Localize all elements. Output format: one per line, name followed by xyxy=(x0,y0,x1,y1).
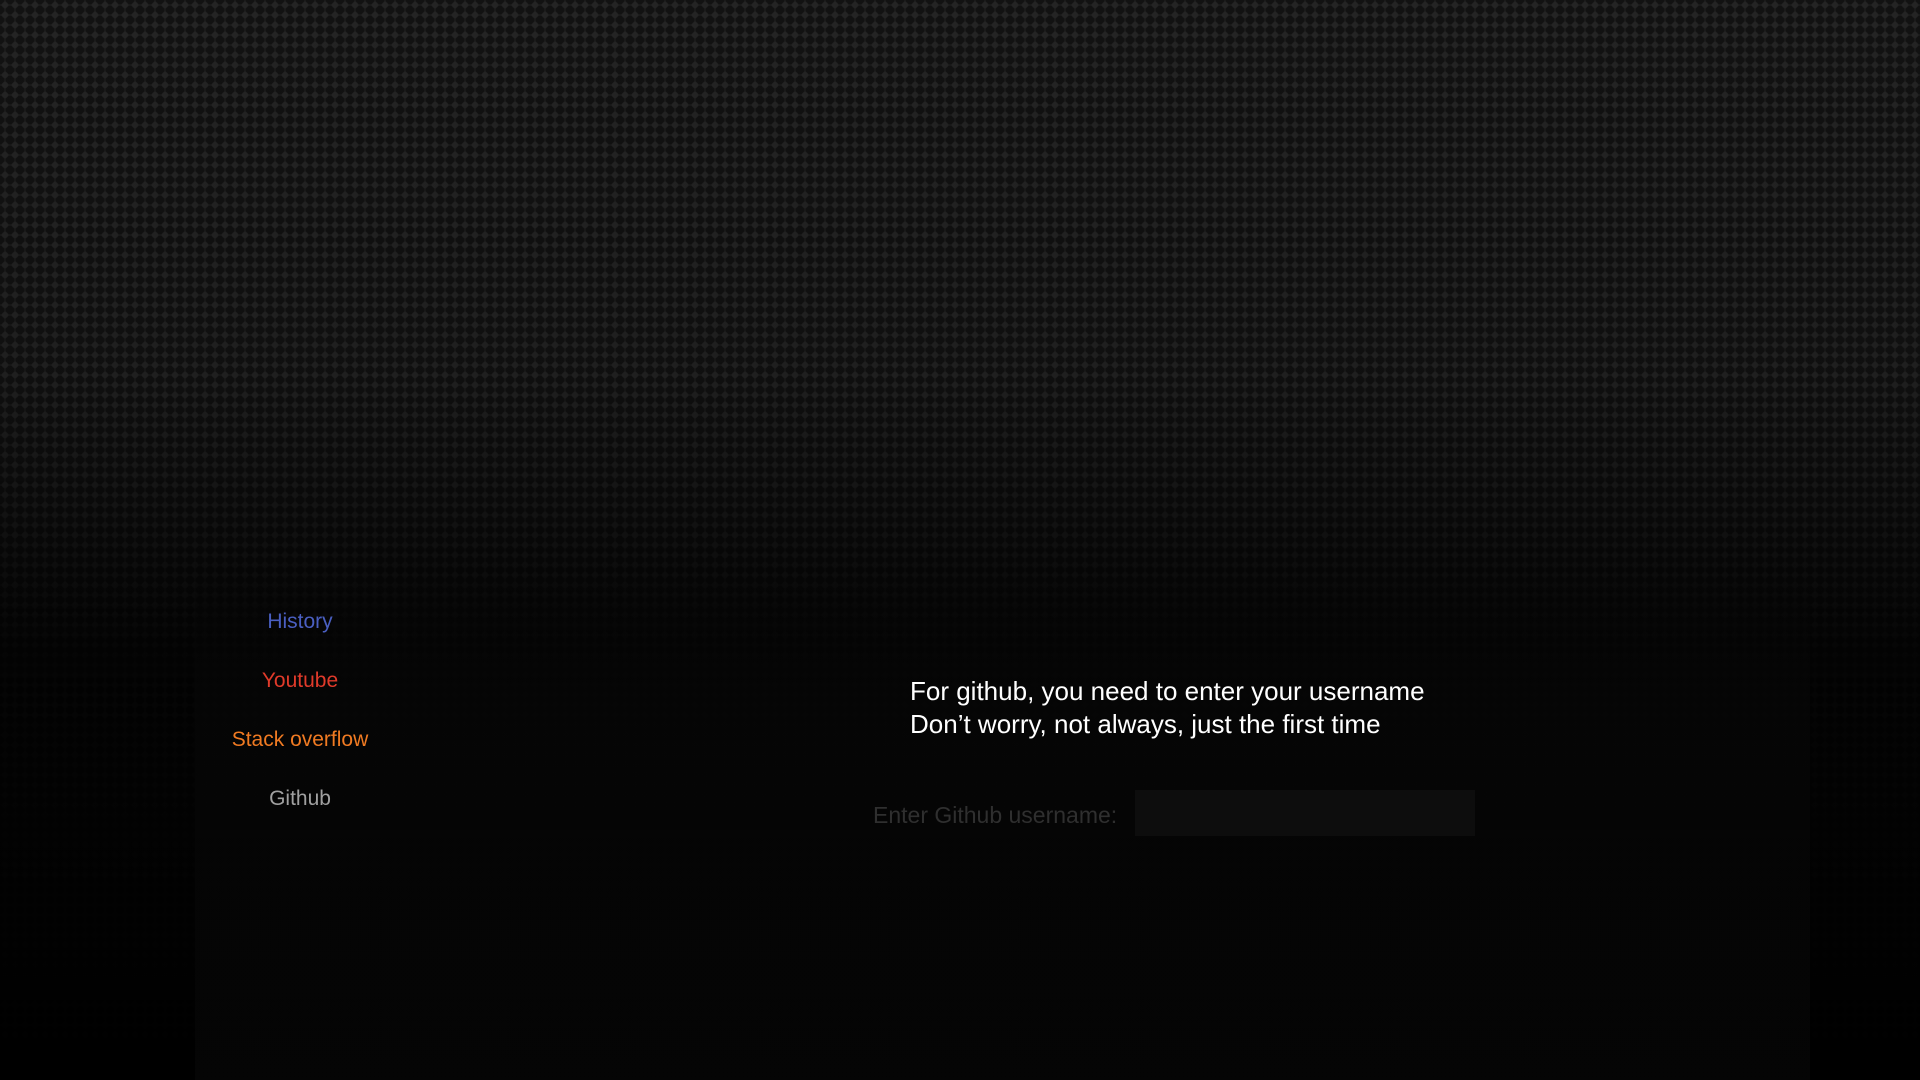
sidebar-item-label: History xyxy=(267,610,333,633)
sidebar-item-label: Youtube xyxy=(261,669,339,692)
sidebar-item-youtube[interactable]: Youtube xyxy=(200,669,400,693)
github-info-message: For github, you need to enter your usern… xyxy=(910,675,1425,741)
sidebar-item-github[interactable]: Github xyxy=(200,787,400,811)
sidebar-item-label: Github xyxy=(269,787,331,810)
sidebar-item-stack-overflow[interactable]: Stack overflow xyxy=(200,728,400,752)
message-line-2: Don’t worry, not always, just the first … xyxy=(910,709,1381,739)
username-input[interactable] xyxy=(1135,790,1475,836)
sidebar-item-history[interactable]: History xyxy=(200,610,400,634)
username-label: Enter Github username: xyxy=(873,802,1118,828)
message-line-1: For github, you need to enter your usern… xyxy=(910,676,1425,706)
sidebar-item-label: Stack overflow xyxy=(231,728,369,751)
